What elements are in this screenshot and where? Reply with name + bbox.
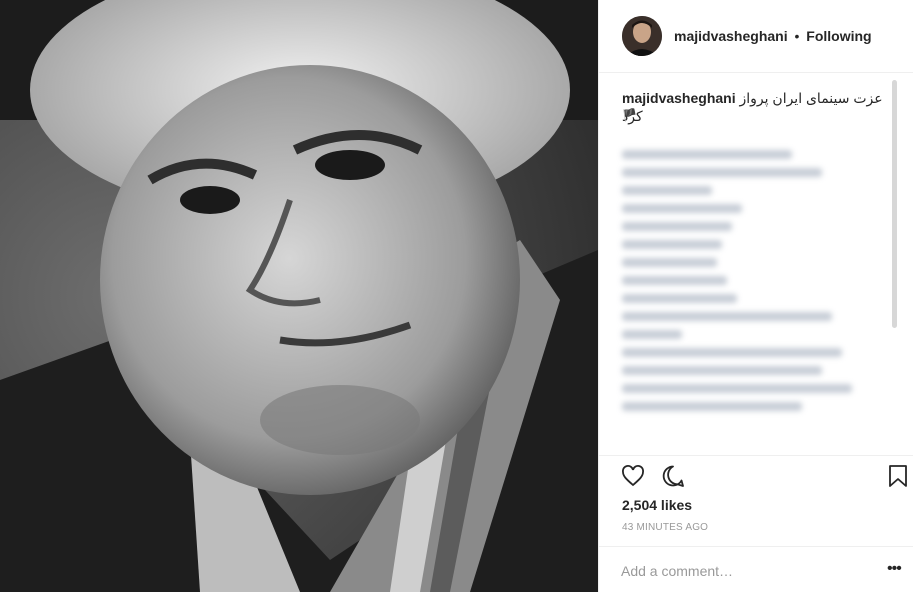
- following-button[interactable]: Following: [806, 28, 871, 44]
- likes-count[interactable]: 2,504 likes: [622, 497, 692, 513]
- header-text: majidvasheghani • Following: [674, 28, 872, 44]
- bookmark-icon[interactable]: [887, 464, 909, 493]
- comment-input[interactable]: [621, 559, 871, 583]
- caption-username[interactable]: majidvasheghani: [622, 90, 736, 106]
- comment-icon[interactable]: [661, 464, 685, 493]
- header-username[interactable]: majidvasheghani: [674, 28, 788, 44]
- comment-box: •••: [599, 546, 913, 592]
- scrollbar[interactable]: [892, 80, 897, 328]
- caption: majidvasheghani عزت سینمای ایران پرواز ک…: [622, 89, 892, 125]
- post-timestamp[interactable]: 43 MINUTES AGO: [622, 522, 708, 533]
- separator-dot: •: [794, 28, 800, 44]
- black-flag-icon: 🏴: [622, 108, 637, 122]
- more-options-icon[interactable]: •••: [887, 560, 902, 578]
- post-photo[interactable]: [0, 0, 598, 592]
- blurred-comments: [622, 150, 872, 450]
- avatar[interactable]: [622, 16, 662, 56]
- post-details-panel: majidvasheghani • Following majidvashegh…: [598, 0, 913, 592]
- heart-icon[interactable]: [621, 464, 645, 493]
- portrait-image: [0, 0, 598, 592]
- post-header: majidvasheghani • Following: [599, 0, 913, 73]
- action-bar: [599, 455, 913, 495]
